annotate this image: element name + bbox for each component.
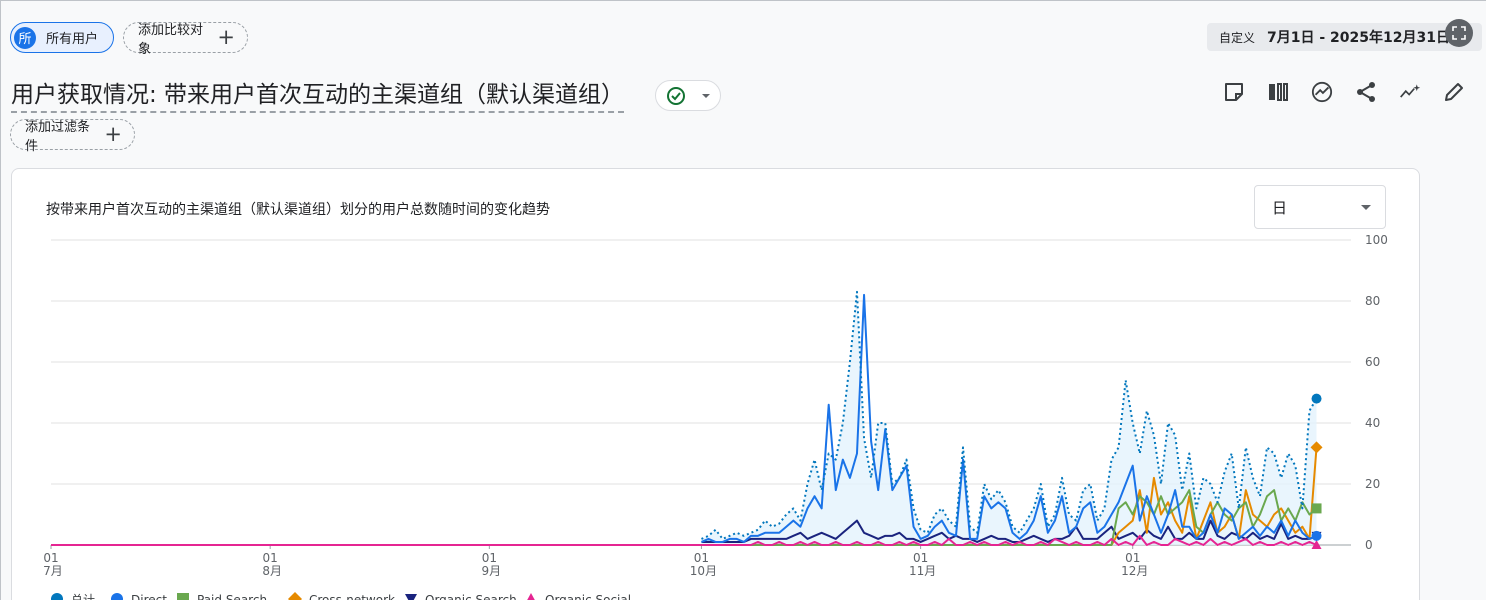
- y-tick-label: 100: [1365, 233, 1388, 247]
- legend-marker-Direct: [111, 593, 123, 600]
- total-area-fill: [701, 291, 1317, 545]
- x-tick-day: 01: [913, 551, 928, 565]
- legend-marker-Paid Search: [177, 593, 189, 600]
- x-tick-day: 01: [482, 551, 497, 565]
- x-tick-month: 10月: [690, 564, 717, 578]
- y-tick-label: 40: [1365, 416, 1380, 430]
- legend-label: Organic Social: [545, 593, 631, 600]
- x-tick-month: 8月: [262, 564, 282, 578]
- series-end-marker-Paid Search: [1311, 503, 1322, 514]
- x-tick-day: 01: [43, 551, 58, 565]
- series-end-marker-Direct: [1311, 530, 1322, 541]
- legend-label: Organic Search: [425, 593, 517, 600]
- x-tick-month: 7月: [43, 564, 63, 578]
- legend-label: Cross-network: [309, 593, 395, 600]
- y-tick-label: 80: [1365, 294, 1380, 308]
- y-tick-label: 0: [1365, 538, 1373, 552]
- trend-line-chart: 020406080100017月018月019月0110月0111月0112月总…: [43, 233, 1388, 600]
- x-tick-month: 9月: [482, 564, 502, 578]
- legend-marker-Organic Search: [405, 594, 417, 600]
- legend-marker-Cross-network: [288, 592, 302, 600]
- legend-marker-总计: [51, 593, 63, 600]
- legend-label: Direct: [131, 593, 167, 600]
- legend-label: 总计: [71, 593, 95, 600]
- x-tick-day: 01: [263, 551, 278, 565]
- y-tick-label: 20: [1365, 477, 1380, 491]
- x-tick-day: 01: [694, 551, 709, 565]
- x-tick-day: 01: [1125, 551, 1140, 565]
- x-tick-month: 12月: [1121, 564, 1148, 578]
- series-end-marker-总计: [1311, 393, 1322, 404]
- y-tick-label: 60: [1365, 355, 1380, 369]
- legend-marker-Organic Social: [527, 593, 535, 600]
- legend-label: Paid Search: [197, 593, 267, 600]
- x-tick-month: 11月: [909, 564, 936, 578]
